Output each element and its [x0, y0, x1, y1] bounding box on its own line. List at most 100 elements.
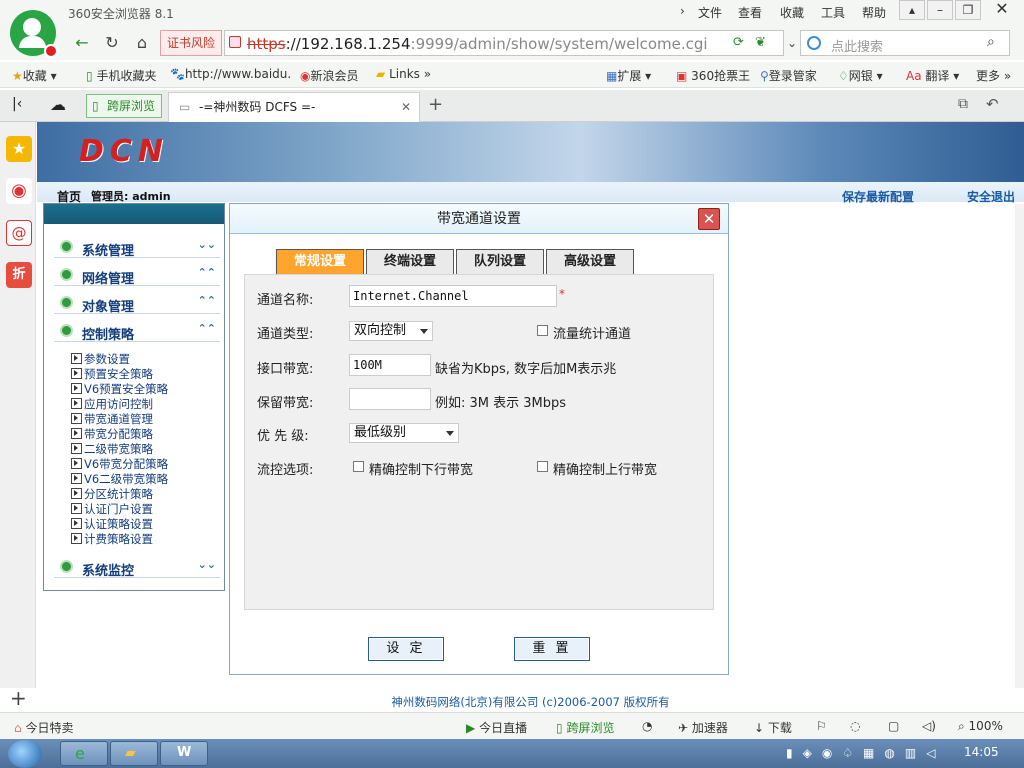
leaf-icon[interactable]: ❦ — [755, 35, 766, 50]
start-button[interactable] — [8, 740, 42, 768]
tab-left-icon[interactable]: |‹ — [12, 96, 22, 112]
bookmark-favorites[interactable]: ★收藏 ▾ — [12, 67, 57, 84]
split-view-status-button[interactable]: ▯ 跨屏浏览 — [556, 719, 614, 736]
menu-item-billing-policy[interactable]: 计费策略设置 — [71, 531, 153, 547]
taskbar-word[interactable]: W — [160, 741, 208, 766]
new-tab-button[interactable]: + — [428, 94, 443, 115]
ext-extend[interactable]: ▦扩展 ▾ — [606, 67, 651, 84]
collapse-icon[interactable]: ⌃⌃ — [198, 322, 216, 335]
today-deal-button[interactable]: ⌂ 今日特卖 — [14, 719, 73, 736]
collapse-icon[interactable]: ⌃⌃ — [198, 266, 216, 279]
priority-select[interactable]: 最低级别 — [349, 423, 459, 443]
save-config-link[interactable]: 保存最新配置 — [842, 188, 914, 205]
menu-item-preset-security[interactable]: 预置安全策略 — [71, 366, 153, 382]
menu-group-network[interactable]: 网络管理 ⌃⌃ — [54, 264, 220, 287]
browser-mode-icon[interactable]: ◌ — [850, 719, 860, 733]
url-text[interactable]: https://192.168.1.254:9999/admin/show/sy… — [247, 35, 708, 53]
star-icon[interactable]: ★ — [6, 136, 32, 162]
menu-tools[interactable]: 工具 — [821, 4, 845, 21]
live-button[interactable]: ▶ 今日直播 — [466, 719, 527, 736]
menu-item-bandwidth-allocation[interactable]: 带宽分配策略 — [71, 426, 153, 442]
channel-name-input[interactable]: Internet.Channel — [349, 285, 557, 307]
reset-button[interactable]: 重 置 — [514, 637, 590, 661]
split-view-button[interactable]: ▯ 跨屏浏览 — [86, 94, 162, 118]
expand-icon[interactable]: ⌄⌄ — [198, 558, 216, 571]
menu-view[interactable]: 查看 — [738, 4, 762, 21]
dialog-close-button[interactable]: ✕ — [698, 208, 720, 230]
menu-item-v6-bandwidth-allocation[interactable]: V6带宽分配策略 — [70, 456, 168, 472]
minimize-button[interactable]: – — [927, 0, 953, 20]
ext-more[interactable]: 更多 » — [976, 67, 1011, 84]
mail-icon[interactable]: @ — [6, 220, 32, 246]
menu-item-v6-preset-security[interactable]: V6预置安全策略 — [70, 381, 168, 397]
tab-terminal[interactable]: 终端设置 — [366, 249, 454, 275]
tab-close-icon[interactable]: ✕ — [401, 93, 411, 121]
add-sidebar-icon[interactable]: + — [10, 686, 27, 710]
search-icon[interactable]: ⌕ — [987, 34, 995, 50]
channel-type-select[interactable]: 双向控制 — [349, 321, 433, 341]
reserve-input[interactable] — [349, 388, 431, 410]
bookmark-sina[interactable]: ◉新浪会员 — [300, 67, 359, 84]
stats-channel-checkbox[interactable] — [537, 325, 548, 336]
menu-help[interactable]: 帮助 — [862, 4, 886, 21]
ext-translate[interactable]: Aa 翻译 ▾ — [906, 67, 959, 84]
download-button[interactable]: ↓ 下载 — [754, 719, 792, 736]
bandwidth-input[interactable]: 100M — [349, 354, 431, 376]
volume-icon[interactable]: ◁) — [922, 719, 936, 733]
menu-item-auth-portal[interactable]: 认证门户设置 — [71, 501, 153, 517]
compat-icon[interactable]: ⟳ — [733, 35, 744, 50]
home-icon[interactable]: ⌂ — [130, 32, 154, 54]
window-icon[interactable]: ▢ — [888, 719, 899, 733]
cloud-icon[interactable]: ☁ — [50, 95, 66, 114]
close-window-button[interactable]: ✕ — [983, 0, 1021, 20]
pin-icon[interactable]: ▴ — [899, 0, 925, 20]
bookmark-baidu[interactable]: 🐾http://www.baidu. — [170, 67, 291, 81]
ext-ticket[interactable]: ▣ 360抢票王 — [676, 67, 750, 84]
ext-login[interactable]: ⚲登录管家 — [760, 67, 817, 84]
search-input[interactable]: 点此搜索 ⌕ — [800, 30, 1010, 56]
menu-group-system[interactable]: 系统管理 ⌄⌄ — [54, 236, 220, 259]
cert-warning-badge[interactable]: 证书风险 — [160, 30, 222, 56]
menu-item-secondary-bandwidth[interactable]: 二级带宽策略 — [71, 441, 153, 457]
bookmark-mobile[interactable]: ▯ 手机收藏夹 — [86, 67, 156, 84]
menu-group-policy[interactable]: 控制策略 ⌃⌃ — [54, 320, 220, 343]
expand-icon[interactable]: ⌄⌄ — [198, 238, 216, 251]
weibo-icon[interactable]: ◉ — [6, 178, 32, 204]
menu-item-v6-secondary-bandwidth[interactable]: V6二级带宽策略 — [70, 471, 168, 487]
taskbar-explorer[interactable]: ▰ — [110, 741, 158, 766]
uplink-checkbox[interactable] — [537, 461, 548, 472]
tab-queue[interactable]: 队列设置 — [456, 249, 544, 275]
accelerator-button[interactable]: ✈ 加速器 — [678, 719, 728, 736]
discount-icon[interactable]: 折 — [6, 262, 32, 288]
refresh-icon[interactable]: ↻ — [100, 32, 124, 54]
downlink-checkbox[interactable] — [353, 461, 364, 472]
flag-icon[interactable]: ⚐ — [816, 719, 827, 733]
logout-link[interactable]: 安全退出 — [967, 188, 1015, 205]
shield-icon[interactable]: ◔ — [642, 719, 652, 733]
back-icon[interactable]: ← — [70, 32, 94, 54]
menu-item-params[interactable]: 参数设置 — [71, 351, 130, 367]
menu-item-app-access[interactable]: 应用访问控制 — [71, 396, 153, 412]
system-tray-icons[interactable]: ▮◈◉♤▦◍▥◁ — [786, 746, 945, 760]
address-bar[interactable]: https://192.168.1.254:9999/admin/show/sy… — [224, 30, 784, 56]
zoom-control[interactable]: ⌕ 100% — [958, 719, 1003, 734]
menu-item-auth-policy[interactable]: 认证策略设置 — [71, 516, 153, 532]
restore-tab-icon[interactable]: ⧉ — [958, 96, 968, 112]
clock[interactable]: 14:05 — [964, 745, 999, 759]
menu-arrow-icon[interactable]: › — [680, 4, 685, 18]
tab-general[interactable]: 常规设置 — [276, 249, 364, 275]
bookmark-links[interactable]: ▰ Links » — [376, 67, 431, 81]
menu-favorites[interactable]: 收藏 — [780, 4, 804, 21]
set-button[interactable]: 设 定 — [368, 637, 444, 661]
menu-item-bandwidth-channel[interactable]: 带宽通道管理 — [71, 411, 153, 427]
menu-item-zone-stats[interactable]: 分区统计策略 — [71, 486, 153, 502]
ext-bank[interactable]: ♢网银 ▾ — [838, 67, 883, 84]
undo-icon[interactable]: ↶ — [986, 95, 999, 113]
page-scrollbar[interactable] — [1015, 204, 1024, 688]
maximize-button[interactable]: ❐ — [955, 0, 981, 20]
menu-group-monitor[interactable]: 系统监控 ⌄⌄ — [54, 556, 220, 579]
menu-file[interactable]: 文件 — [698, 4, 722, 21]
tab-advanced[interactable]: 高级设置 — [546, 249, 634, 275]
tab-dcfs[interactable]: ▭ -=神州数码 DCFS =- ✕ — [168, 92, 420, 122]
collapse-icon[interactable]: ⌃⌃ — [198, 294, 216, 307]
